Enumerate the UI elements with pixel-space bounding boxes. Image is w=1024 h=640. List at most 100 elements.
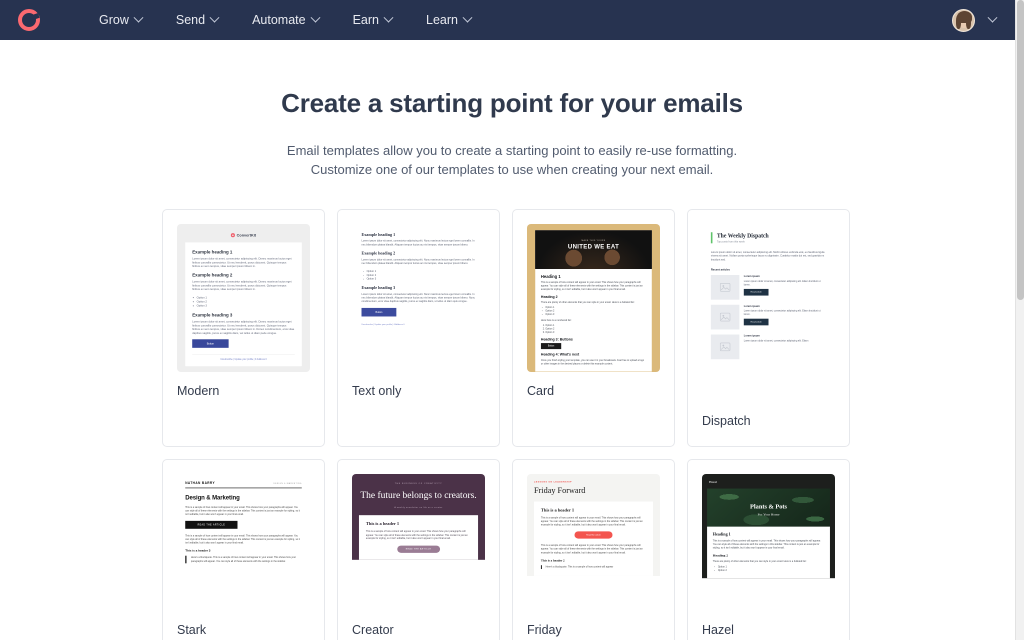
preview-paragraph-4: Once you finish styling your template, y…	[540, 358, 645, 365]
preview-title: Friday Forward	[533, 485, 586, 495]
preview-paragraph-2: This is a sample of how content will app…	[185, 534, 300, 545]
template-preview-modern: ConvertKit Example heading 1 Lorem ipsum…	[177, 224, 310, 372]
template-label-friday: Friday	[527, 623, 562, 637]
template-preview-friday: LESSONS ON LEADERSHIP Friday Forward Thi…	[527, 474, 660, 611]
preview-button: Read the article	[574, 531, 613, 539]
nav-item-send[interactable]: Send	[159, 5, 235, 35]
template-card-dispatch[interactable]: The Weekly Dispatch Top posts from this …	[687, 209, 850, 447]
preview-footer: Unsubscribe | Update your profile | 0 Ad…	[361, 323, 405, 326]
preview-hero-subtitle: For Your Home	[757, 512, 780, 517]
preview-heading-2: Example heading 2	[361, 250, 396, 256]
preview-article-excerpt: Lorem ipsum dolor sit amet, consectetur …	[743, 309, 821, 316]
list-item: Option 3	[367, 277, 476, 281]
preview-heading-1: This is a header 1	[540, 507, 575, 513]
preview-hero-image: Plants & Pots For Your Home	[707, 488, 830, 527]
template-label-hazel: Hazel	[702, 623, 734, 637]
list-item: Option 3	[545, 330, 646, 334]
preview-heading-2: This is a header 2	[540, 558, 565, 563]
window-scrollbar[interactable]	[1015, 0, 1024, 640]
preview-paragraph-1: This is a sample of how content will app…	[540, 281, 643, 291]
preview-paragraph-1: This is a sample of how content will app…	[712, 539, 821, 550]
template-card-card[interactable]: MAKE THIS YOURS UNITED WE EAT Heading 1 …	[512, 209, 675, 447]
chevron-down-icon	[133, 12, 144, 23]
nav-item-automate[interactable]: Automate	[235, 5, 336, 35]
chevron-down-icon	[310, 12, 321, 23]
preview-read-article-button: Read article	[743, 318, 769, 326]
preview-blockquote: Here's a blockquote. This is a sample of…	[540, 565, 646, 569]
image-placeholder-icon	[710, 304, 740, 330]
avatar[interactable]	[952, 8, 975, 32]
preview-paragraph-1: This is a sample of how content will app…	[540, 516, 643, 527]
page-subtitle-line-1: Email templates allow you to create a st…	[286, 143, 738, 158]
nav-label: Earn	[352, 13, 379, 27]
preview-article-row: Lorem ipsum Lorem ipsum dolor sit amet, …	[710, 274, 826, 300]
template-preview-hazel: Hazel Plants & Pots For Your Home Headin…	[702, 474, 835, 611]
nav-item-earn[interactable]: Earn	[336, 5, 409, 35]
preview-article-row: Lorem ipsum Lorem ipsum dolor sit amet, …	[710, 304, 826, 330]
preview-paragraph-1: This is a sample of how content will app…	[365, 529, 468, 540]
template-card-stark[interactable]: NATHAN BARRY DESIGN & MARKETING Design &…	[162, 459, 325, 640]
preview-paragraph-2: There are plenty of other elements that …	[540, 300, 635, 304]
template-card-text-only[interactable]: Example heading 1 Lorem ipsum dolor sit …	[337, 209, 500, 447]
template-label-dispatch: Dispatch	[702, 414, 751, 428]
preview-paragraph-3: Lorem ipsum dolor sit amet, consectetur …	[361, 292, 475, 303]
template-label-modern: Modern	[177, 384, 220, 398]
preview-brand: Hazel	[708, 480, 718, 485]
account-chevron-down-icon[interactable]	[987, 12, 998, 23]
preview-subtitle: Top posts from this week	[716, 240, 745, 244]
template-card-creator[interactable]: THE BUSINESS OF CREATIVITY The future be…	[337, 459, 500, 640]
preview-heading-1: Heading 1	[540, 274, 561, 279]
template-card-modern[interactable]: ConvertKit Example heading 1 Lorem ipsum…	[162, 209, 325, 447]
preview-heading-1: Example heading 1	[192, 249, 233, 255]
preview-eyebrow: THE BUSINESS OF CREATIVITY	[394, 482, 443, 485]
page-title: Create a starting point for your emails	[281, 88, 743, 118]
preview-title: The future belongs to creators.	[360, 489, 477, 501]
preview-paragraph-2: Lorem ipsum dolor sit amet, consectetur …	[361, 258, 475, 265]
preview-article-excerpt: Lorem ipsum dolor sit amet, consectetur …	[743, 339, 809, 343]
template-label-creator: Creator	[352, 623, 394, 637]
preview-blockquote: Here's a blockquote. This is a sample of…	[185, 555, 302, 564]
template-card-hazel[interactable]: Hazel Plants & Pots For Your Home Headin…	[687, 459, 850, 640]
preview-list: Option 1 Option 2 Option 3	[367, 270, 476, 281]
preview-paragraph-1: Lorem ipsum dolor sit amet, consectetur …	[192, 256, 292, 268]
template-card-friday[interactable]: LESSONS ON LEADERSHIP Friday Forward Thi…	[512, 459, 675, 640]
preview-footer: Unsubscribe | Update your profile | 0 Ad…	[192, 354, 295, 360]
nav-label: Send	[175, 13, 206, 27]
preview-heading-3: Example heading 3	[361, 285, 396, 291]
scrollbar-thumb[interactable]	[1017, 0, 1024, 300]
preview-heading-4: Heading 4: What's next	[540, 352, 580, 357]
primary-nav: Grow Send Automate Earn Learn	[82, 5, 488, 35]
preview-heading-1: This is a header 1	[365, 521, 400, 527]
page-subtitle: Email templates allow you to create a st…	[0, 141, 1024, 179]
list-item: Option 3	[197, 304, 295, 308]
preview-paragraph-1: Lorem ipsum dolor sit amet, consectetur …	[361, 239, 475, 247]
preview-title: The Weekly Dispatch	[716, 232, 769, 239]
image-placeholder-icon	[710, 274, 740, 300]
kit-logo-icon[interactable]	[18, 9, 40, 31]
preview-section-title: Recent articles	[710, 268, 731, 272]
preview-paragraph-3: Here here is a numbered list:	[540, 318, 572, 322]
preview-button: Button	[192, 339, 229, 348]
preview-hero-title: UNITED WE EAT	[567, 243, 620, 251]
nav-label: Grow	[99, 13, 129, 27]
preview-button: READ THE ARTICLE	[185, 520, 238, 529]
preview-list: Option 1 Option 2 Option 3	[545, 305, 646, 316]
preview-hero-eyebrow: MAKE THIS YOURS	[581, 239, 606, 242]
preview-paragraph-2: This is a sample of how content will app…	[540, 543, 643, 554]
template-label-stark: Stark	[177, 623, 207, 637]
preview-hero-title: Plants & Pots	[750, 503, 787, 511]
preview-hero-image: MAKE THIS YOURS UNITED WE EAT	[535, 230, 652, 269]
nav-label: Automate	[252, 13, 306, 27]
image-placeholder-icon	[710, 334, 740, 360]
preview-subtitle: A weekly newsletter on life as a creator	[394, 506, 443, 509]
chevron-down-icon	[383, 12, 394, 23]
template-preview-card: MAKE THIS YOURS UNITED WE EAT Heading 1 …	[527, 224, 660, 372]
template-grid: ConvertKit Example heading 1 Lorem ipsum…	[162, 209, 862, 640]
preview-read-article-button: Read article	[743, 288, 769, 296]
nav-item-grow[interactable]: Grow	[82, 5, 159, 35]
preview-article-title: Lorem ipsum	[743, 274, 760, 278]
nav-item-learn[interactable]: Learn	[409, 5, 488, 35]
preview-heading-1: Example heading 1	[361, 232, 396, 237]
top-navbar: Grow Send Automate Earn Learn	[0, 0, 1024, 40]
kit-logo-icon	[230, 233, 236, 238]
